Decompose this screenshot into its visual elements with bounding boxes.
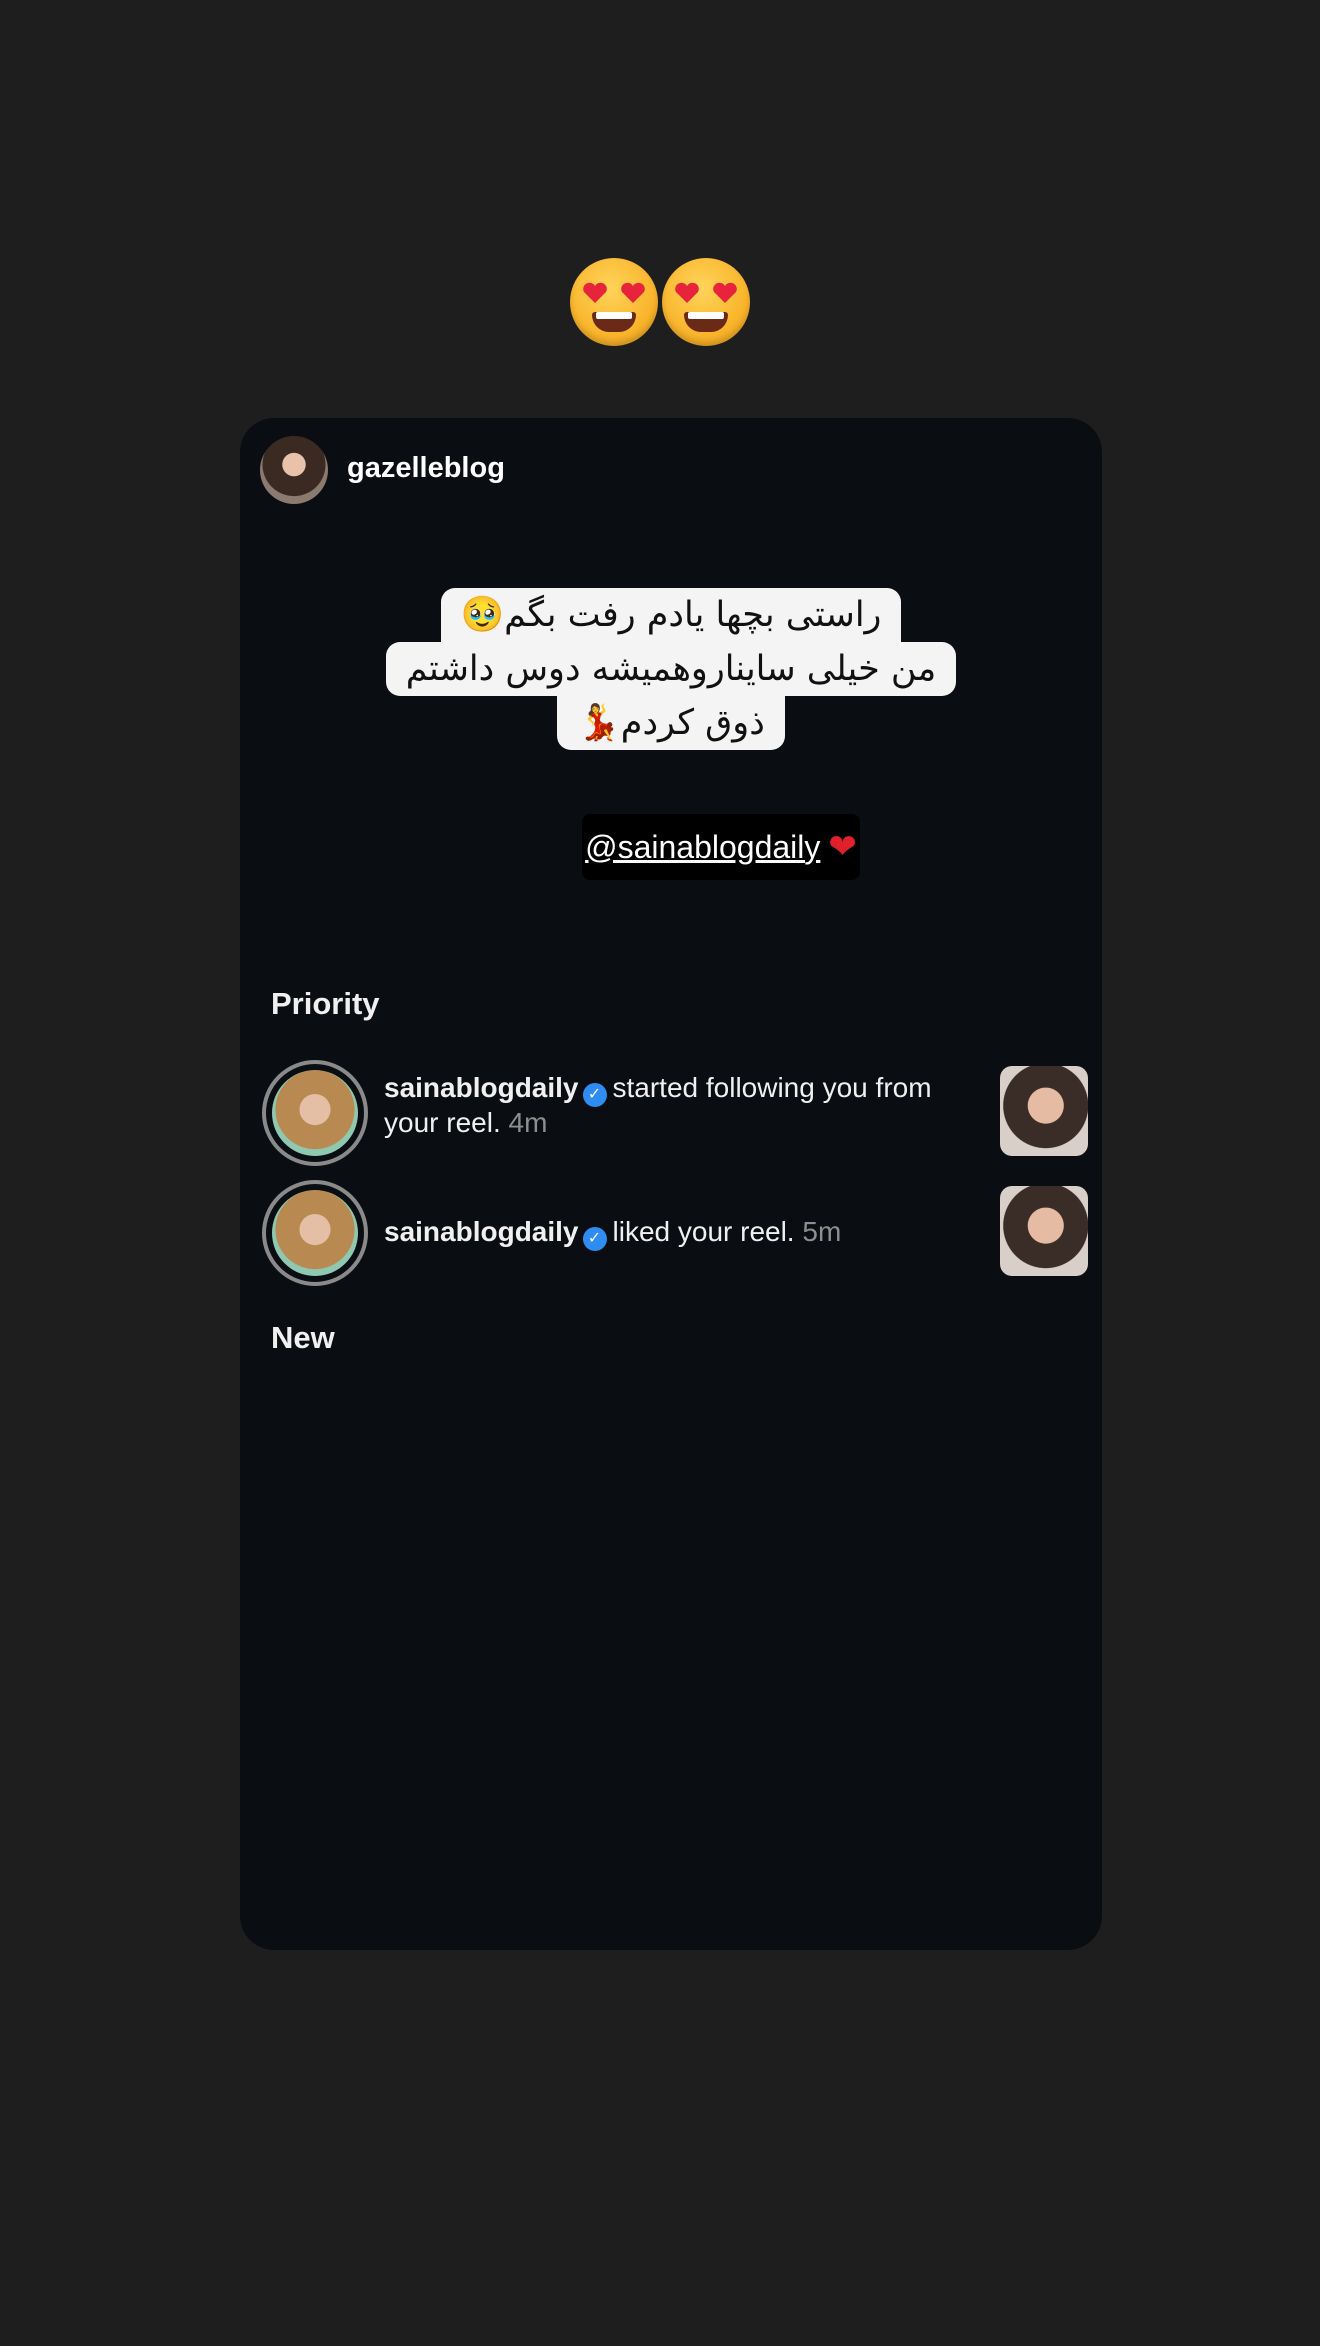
notification-username[interactable]: sainablogdaily: [384, 1216, 579, 1247]
notification-username[interactable]: sainablogdaily: [384, 1072, 579, 1103]
priority-heading: Priority: [271, 986, 380, 1021]
caption-line: من خیلی ساینارو‌همیشه دوس داشتم: [385, 642, 957, 696]
notification-time: 4m: [508, 1107, 548, 1138]
reel-thumbnail[interactable]: [1000, 1186, 1088, 1276]
verified-badge-icon: ✓: [582, 1083, 607, 1107]
notification-row[interactable]: sainablogdaily ✓ started following you fro…: [262, 1060, 1088, 1166]
mention-sticker[interactable]: @sainablogdaily ❤: [582, 814, 860, 880]
story-ring-avatar[interactable]: [262, 1180, 368, 1286]
story-card: gazelleblog راستی بچها یادم رفت بگم🥹 من …: [240, 418, 1102, 1950]
notification-time: 5m: [802, 1216, 842, 1247]
reaction-emojis: [0, 258, 1320, 346]
red-heart-icon: ❤: [828, 828, 857, 866]
author-username[interactable]: gazelleblog: [347, 452, 505, 485]
author-avatar[interactable]: [260, 436, 328, 504]
heart-eyes-emoji-icon: [570, 258, 658, 346]
heart-eyes-emoji-icon: [662, 258, 750, 346]
notification-row[interactable]: sainablogdaily ✓ liked your reel. 5m: [262, 1180, 1088, 1286]
caption-line: ذوق کردم💃: [557, 696, 785, 750]
story-ring-avatar[interactable]: [262, 1060, 368, 1166]
verified-badge-icon: ✓: [582, 1227, 607, 1251]
notification-text: sainablogdaily ✓ liked your reel. 5m: [384, 1216, 964, 1251]
notification-text: sainablogdaily ✓ started following you fro…: [384, 1072, 964, 1139]
mention-username[interactable]: @sainablogdaily: [585, 829, 820, 866]
new-heading: New: [271, 1320, 335, 1355]
caption-sticker: راستی بچها یادم رفت بگم🥹 من خیلی ساینارو…: [240, 588, 1102, 750]
caption-line: راستی بچها یادم رفت بگم🥹: [440, 588, 902, 642]
reel-thumbnail[interactable]: [1000, 1066, 1088, 1156]
notification-action: liked your reel.: [612, 1216, 795, 1247]
